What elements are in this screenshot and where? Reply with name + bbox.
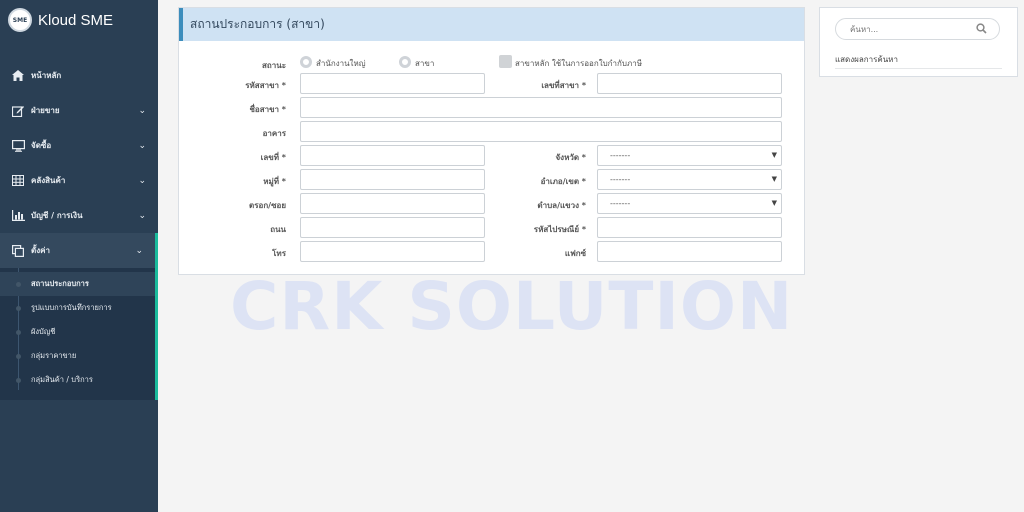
soi-label: ตรอก/ซอย: [249, 201, 286, 210]
sidebar-item-label: หน้าหลัก: [31, 71, 62, 80]
panel-header: สถานประกอบการ (สาขา): [179, 8, 804, 41]
branch-name-row: ชื่อสาขา *: [179, 97, 806, 119]
head-office-radio[interactable]: [300, 56, 312, 68]
branch-number-label: เลขที่สาขา *: [541, 81, 586, 90]
postal-code-label: รหัสไปรษณีย์ *: [533, 225, 586, 234]
province-label: จังหวัด *: [555, 153, 586, 162]
head-office-label: สำนักงานใหญ่: [316, 59, 366, 68]
sidebar-item-settings[interactable]: ตั้งค่า ⌄: [0, 233, 155, 268]
address-row: เลขที่ * จังหวัด * ------- ▼: [179, 145, 806, 167]
province-select[interactable]: ------- ▼: [597, 145, 782, 166]
moo-label: หมู่ที่ *: [263, 177, 286, 186]
table-icon: [11, 174, 25, 188]
road-label: ถนน: [270, 225, 286, 234]
phone-row: โทร แฟกซ์: [179, 241, 806, 263]
district-label: อำเภอ/เขต *: [540, 177, 586, 186]
subdistrict-select-value: -------: [610, 199, 631, 208]
page-title: สถานประกอบการ (สาขา): [190, 17, 325, 31]
road-row: ถนน รหัสไปรษณีย์ *: [179, 217, 806, 239]
settings-submenu: สถานประกอบการ รูปแบบการบันทึกรายการ ผังบ…: [0, 268, 155, 400]
watermark-text: CRK SOLUTION: [230, 268, 794, 345]
address-no-input[interactable]: [300, 145, 485, 166]
bar-chart-icon: [11, 209, 25, 223]
soi-input[interactable]: [300, 193, 485, 214]
building-row: อาคาร: [179, 121, 806, 143]
sidebar-nav: หน้าหลัก ฝ่ายขาย ⌄ จัดซื้อ ⌄ คลังสินค้า …: [0, 58, 158, 400]
fax-input[interactable]: [597, 241, 782, 262]
settings-group: ตั้งค่า ⌄ สถานประกอบการ รูปแบบการบันทึกร…: [0, 233, 158, 400]
submenu-item-entry-format[interactable]: รูปแบบการบันทึกรายการ: [0, 296, 155, 320]
submenu-item-chart-of-accounts[interactable]: ผังบัญชี: [0, 320, 155, 344]
branch-radio[interactable]: [399, 56, 411, 68]
sidebar-item-label: คลังสินค้า: [31, 176, 66, 185]
cloud-logo-icon: SME: [8, 8, 32, 32]
branch-name-label: ชื่อสาขา *: [249, 105, 286, 114]
road-input[interactable]: [300, 217, 485, 238]
moo-row: หมู่ที่ * อำเภอ/เขต * ------- ▼: [179, 169, 806, 191]
chevron-down-icon: ⌄: [135, 245, 143, 256]
address-no-label: เลขที่ *: [260, 153, 286, 162]
home-icon: [11, 69, 25, 83]
submenu-item-product-groups[interactable]: กลุ่มสินค้า / บริการ: [0, 368, 155, 392]
branch-radio-label: สาขา: [415, 59, 435, 68]
submenu-item-price-groups[interactable]: กลุ่มราคาขาย: [0, 344, 155, 368]
fax-label: แฟกซ์: [564, 249, 586, 258]
branch-form-panel: สถานประกอบการ (สาขา) สถานะ สำนักงานใหญ่ …: [178, 7, 805, 275]
search-results-label: แสดงผลการค้นหา: [835, 53, 1002, 69]
sidebar-item-label: ฝ่ายขาย: [31, 106, 60, 115]
search-icon[interactable]: [976, 23, 987, 37]
status-label: สถานะ: [262, 61, 286, 70]
sidebar: SME Kloud SME หน้าหลัก ฝ่ายขาย ⌄ จัดซื้อ…: [0, 0, 158, 512]
sidebar-item-label: บัญชี / การเงิน: [31, 211, 83, 220]
branch-code-label: รหัสสาขา *: [245, 81, 286, 90]
main-branch-checkbox[interactable]: [499, 55, 512, 68]
building-label: อาคาร: [262, 129, 286, 138]
app-name: Kloud SME: [38, 11, 114, 29]
sidebar-item-home[interactable]: หน้าหลัก: [0, 58, 158, 93]
brand[interactable]: SME Kloud SME: [0, 0, 158, 40]
soi-row: ตรอก/ซอย ตำบล/แขวง * ------- ▼: [179, 193, 806, 215]
chevron-down-icon: ⌄: [138, 210, 146, 221]
sidebar-item-sales[interactable]: ฝ่ายขาย ⌄: [0, 93, 158, 128]
clone-icon: [11, 244, 25, 258]
moo-input[interactable]: [300, 169, 485, 190]
main-branch-label: สาขาหลัก ใช้ในการออกใบกำกับภาษี: [515, 59, 642, 68]
status-row: สถานะ สำนักงานใหญ่ สาขา สาขาหลัก ใช้ในกา…: [179, 51, 806, 73]
branch-name-input[interactable]: [300, 97, 782, 118]
province-select-value: -------: [610, 151, 631, 160]
subdistrict-label: ตำบล/แขวง *: [537, 201, 586, 210]
sidebar-item-label: ตั้งค่า: [31, 246, 50, 255]
sidebar-item-accounting[interactable]: บัญชี / การเงิน ⌄: [0, 198, 158, 233]
monitor-icon: [11, 139, 25, 153]
edit-icon: [11, 104, 25, 118]
phone-input[interactable]: [300, 241, 485, 262]
building-input[interactable]: [300, 121, 782, 142]
caret-down-icon: ▼: [771, 175, 777, 183]
search-input[interactable]: [850, 24, 970, 34]
branch-code-input[interactable]: [300, 73, 485, 94]
chevron-down-icon: ⌄: [138, 175, 146, 186]
chevron-down-icon: ⌄: [138, 105, 146, 116]
sidebar-item-purchasing[interactable]: จัดซื้อ ⌄: [0, 128, 158, 163]
sidebar-item-inventory[interactable]: คลังสินค้า ⌄: [0, 163, 158, 198]
subdistrict-select[interactable]: ------- ▼: [597, 193, 782, 214]
search-panel: แสดงผลการค้นหา: [819, 7, 1018, 77]
branch-number-input[interactable]: [597, 73, 782, 94]
caret-down-icon: ▼: [771, 151, 777, 159]
district-select-value: -------: [610, 175, 631, 184]
postal-code-input[interactable]: [597, 217, 782, 238]
chevron-down-icon: ⌄: [138, 140, 146, 151]
phone-label: โทร: [272, 249, 286, 258]
sidebar-item-label: จัดซื้อ: [31, 141, 52, 150]
district-select[interactable]: ------- ▼: [597, 169, 782, 190]
caret-down-icon: ▼: [771, 199, 777, 207]
branch-code-row: รหัสสาขา * เลขที่สาขา *: [179, 73, 806, 95]
search-box[interactable]: [835, 18, 1000, 40]
submenu-item-business[interactable]: สถานประกอบการ: [0, 272, 155, 296]
